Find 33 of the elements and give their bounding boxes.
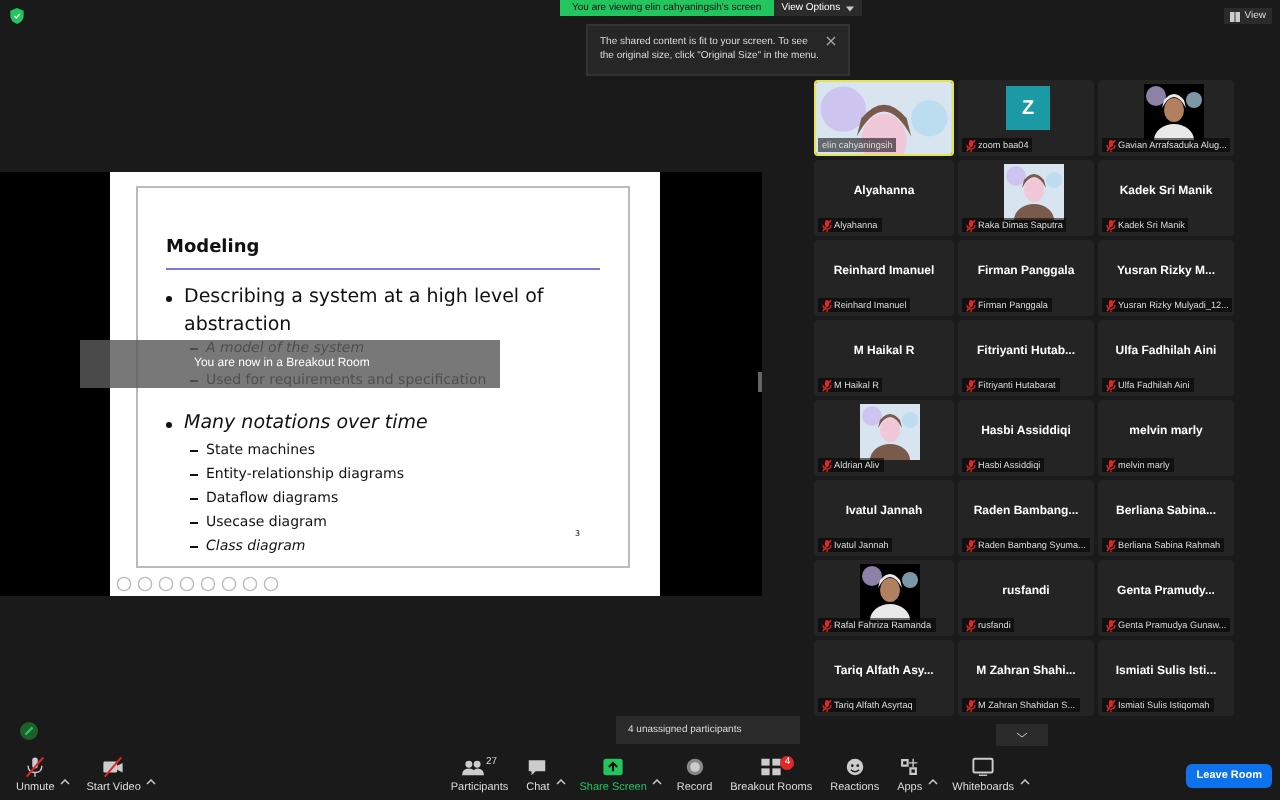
dash-icon (190, 545, 198, 547)
caret-icon[interactable] (1020, 777, 1031, 785)
encryption-icon[interactable] (20, 722, 38, 740)
bullet-text: Describing a system at a high level of abstraction (184, 284, 546, 340)
close-icon[interactable] (826, 36, 836, 46)
dash-icon (190, 497, 198, 499)
caret-icon (846, 5, 855, 11)
share-screen-icon (602, 755, 625, 777)
grid-icon (760, 755, 783, 777)
dash-icon (190, 473, 198, 475)
chevron-down-icon (1016, 732, 1028, 738)
caret-icon[interactable] (652, 777, 663, 785)
grid-view-icon (1230, 11, 1241, 21)
shield-icon[interactable] (10, 8, 24, 24)
smiley-icon (843, 755, 866, 777)
caret-icon[interactable] (60, 777, 71, 785)
caret-icon[interactable] (146, 777, 157, 785)
avatar: Z (1006, 86, 1050, 130)
muted-mic-icon (24, 755, 47, 777)
slide-title: Modeling (166, 238, 262, 258)
caret-icon[interactable] (555, 777, 566, 785)
caret-icon[interactable] (928, 777, 939, 785)
bullet-icon (166, 422, 172, 428)
dash-icon (190, 449, 198, 451)
whiteboard-icon (972, 755, 995, 777)
video-off-icon (102, 755, 125, 777)
apps-icon (898, 755, 921, 777)
record-icon (683, 755, 706, 777)
bullet-icon (166, 296, 172, 302)
chat-bubble-icon (526, 755, 549, 777)
bullet-text: Many notations over time (184, 410, 428, 438)
people-icon (461, 755, 484, 777)
dash-icon (190, 521, 198, 523)
